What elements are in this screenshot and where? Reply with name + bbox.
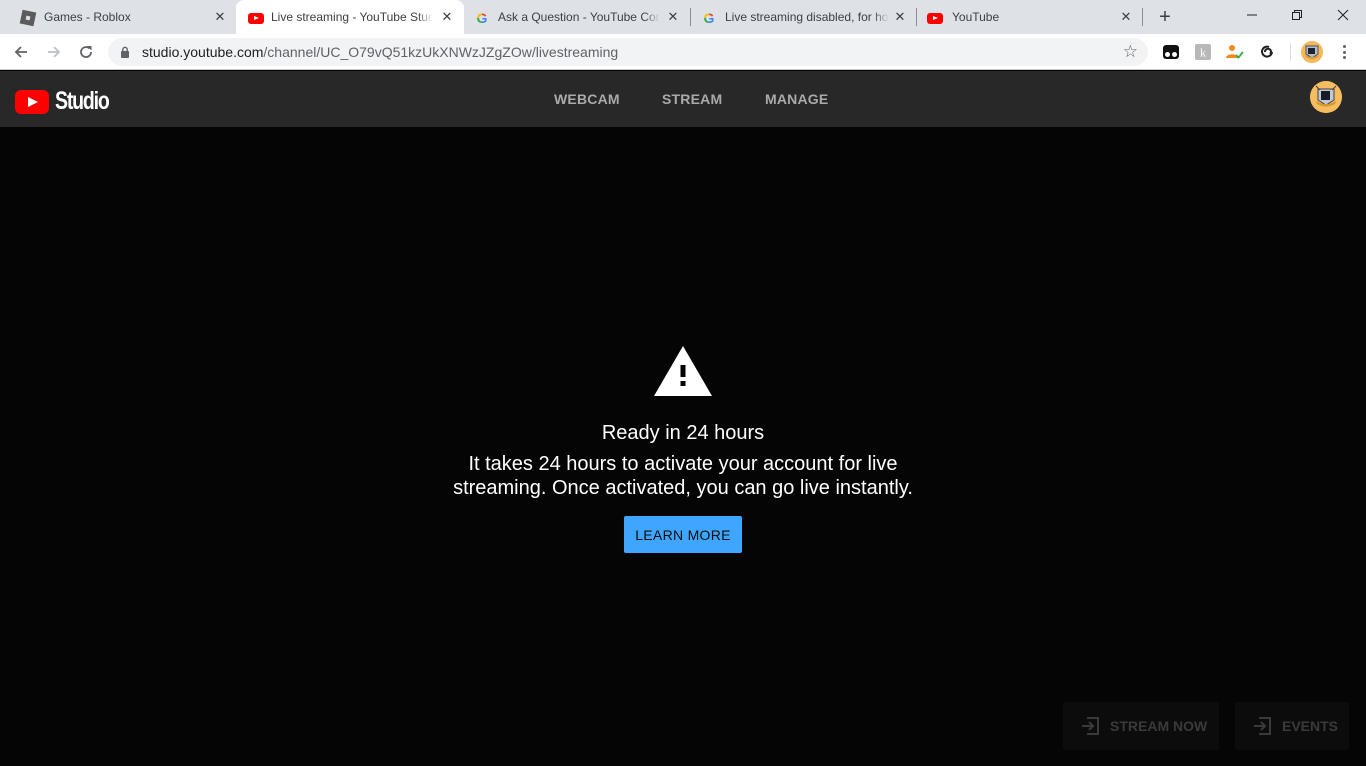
stream-now-button[interactable]: STREAM NOW: [1063, 702, 1219, 750]
tab-close-icon[interactable]: ✕: [212, 9, 228, 25]
tab-title: Ask a Question - YouTube Community: [498, 10, 660, 24]
tab-close-icon[interactable]: ✕: [439, 9, 455, 25]
browser-tab-live-disabled[interactable]: G Live streaming disabled, for how long …: [691, 0, 917, 34]
url-path: /channel/UC_O79vQ51kzUkXNWzJZgZOw/livest…: [263, 44, 619, 60]
forward-button[interactable]: [42, 40, 66, 64]
livestream-main: Ready in 24 hours It takes 24 hours to a…: [0, 127, 1366, 766]
tab-separator: [1142, 8, 1143, 26]
tab-close-icon[interactable]: ✕: [892, 9, 908, 25]
studio-logo-text: Studio: [55, 87, 110, 115]
notice-body: It takes 24 hours to activate your accou…: [453, 453, 913, 499]
browser-tab-youtube[interactable]: YouTube ✕: [917, 0, 1143, 34]
tab-title: Live streaming disabled, for how long: [725, 10, 889, 24]
learn-more-button[interactable]: LEARN MORE: [624, 516, 742, 553]
nav-tab-manage[interactable]: MANAGE: [765, 71, 828, 127]
back-button[interactable]: [9, 40, 33, 64]
url-host: studio.youtube.com: [142, 44, 264, 60]
tab-title: Live streaming - YouTube Studio: [271, 10, 433, 24]
arrow-right-icon: [48, 46, 61, 58]
browser-tab-live-streaming[interactable]: Live streaming - YouTube Studio ✕: [236, 0, 464, 34]
youtube-icon: [248, 10, 264, 26]
browser-tab-strip: Games - Roblox ✕ Live streaming - YouTub…: [0, 0, 1366, 34]
arrow-left-icon: [14, 46, 27, 58]
roblox-icon: [19, 9, 37, 27]
restore-icon: [1292, 10, 1302, 20]
google-icon: G: [476, 10, 488, 26]
studio-header: Studio WEBCAM STREAM MANAGE: [0, 71, 1366, 127]
browser-toolbar: studio.youtube.com/channel/UC_O79vQ51kzU…: [0, 34, 1366, 70]
window-close-button[interactable]: [1320, 0, 1366, 30]
profile-avatar[interactable]: [1301, 41, 1323, 63]
minimize-button[interactable]: [1229, 0, 1275, 30]
k-extension-icon[interactable]: k: [1194, 43, 1212, 61]
lock-icon: [121, 46, 129, 58]
reload-icon: [80, 46, 92, 58]
minimize-icon: [1247, 14, 1257, 16]
browser-tab-ask-question[interactable]: G Ask a Question - YouTube Community ✕: [464, 0, 690, 34]
user-check-icon[interactable]: [1226, 43, 1244, 61]
tab-title: YouTube: [952, 10, 1112, 24]
account-avatar[interactable]: [1310, 81, 1342, 113]
nav-tab-stream[interactable]: STREAM: [662, 71, 722, 127]
link-loop-icon[interactable]: [1258, 43, 1276, 61]
tab-title: Games - Roblox: [44, 10, 204, 24]
youtube-icon: [927, 10, 943, 26]
tab-close-icon[interactable]: ✕: [1118, 9, 1134, 25]
notice-headline: Ready in 24 hours: [601, 422, 765, 444]
stream-now-label: STREAM NOW: [1110, 718, 1208, 734]
warning-icon: [654, 346, 712, 396]
tampermonkey-icon[interactable]: [1162, 43, 1180, 61]
events-label: EVENTS: [1282, 718, 1339, 734]
svg-text:k: k: [1200, 46, 1206, 60]
enter-icon: [1082, 717, 1099, 735]
toolbar-separator: [1290, 43, 1291, 61]
bookmark-star-icon[interactable]: ☆: [1123, 43, 1138, 61]
events-button[interactable]: EVENTS: [1235, 702, 1349, 750]
tab-close-icon[interactable]: ✕: [665, 9, 681, 25]
reload-button[interactable]: [74, 40, 98, 64]
url-text: studio.youtube.com/channel/UC_O79vQ51kzU…: [142, 45, 618, 60]
restore-button[interactable]: [1274, 0, 1320, 30]
studio-logo[interactable]: Studio: [15, 87, 124, 116]
browser-menu-button[interactable]: [1336, 42, 1352, 62]
google-icon: G: [703, 10, 715, 26]
enter-icon: [1254, 717, 1271, 735]
youtube-logo-icon: [15, 89, 49, 114]
new-tab-button[interactable]: +: [1155, 7, 1175, 27]
address-bar[interactable]: studio.youtube.com/channel/UC_O79vQ51kzU…: [108, 38, 1148, 66]
browser-tab-roblox[interactable]: Games - Roblox ✕: [0, 0, 236, 34]
close-icon: [1337, 9, 1349, 21]
nav-tab-webcam[interactable]: WEBCAM: [554, 71, 620, 127]
